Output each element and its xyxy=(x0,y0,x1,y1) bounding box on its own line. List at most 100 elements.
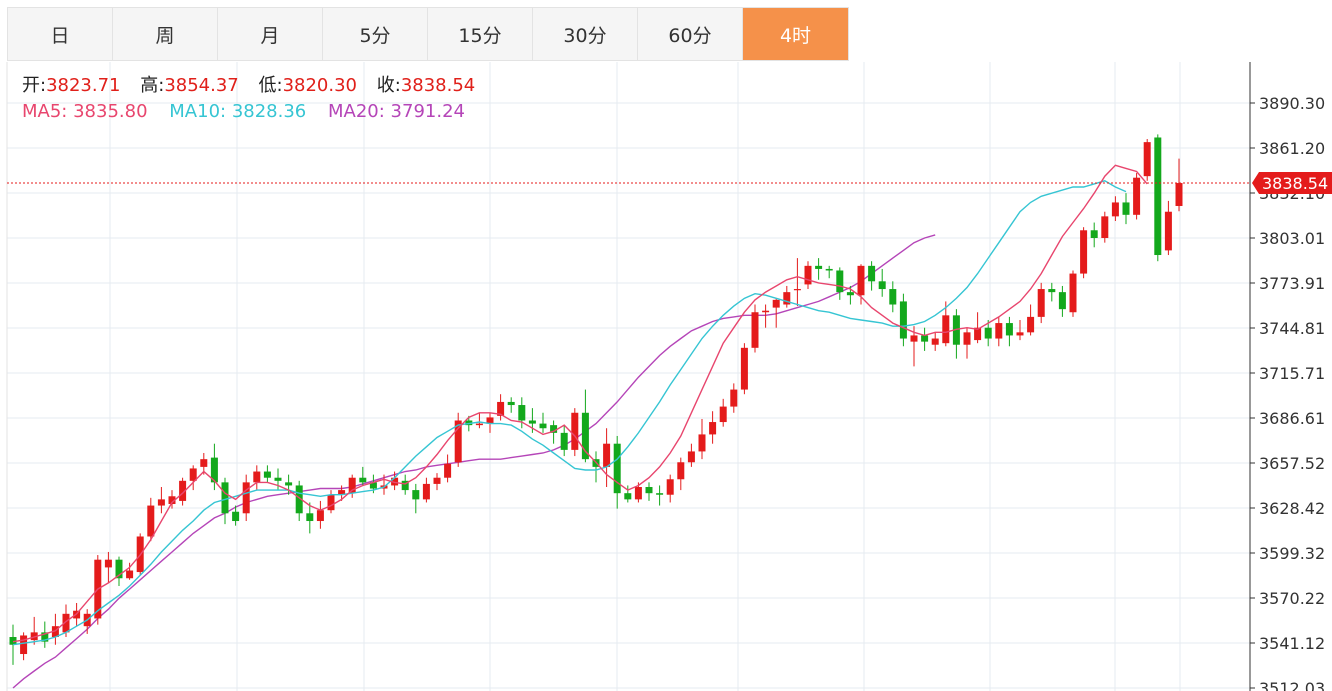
candle-body xyxy=(359,477,367,483)
candle-body xyxy=(1175,183,1183,206)
high-label: 高: xyxy=(140,75,165,96)
candle xyxy=(1037,282,1045,324)
close-value: 3838.54 xyxy=(400,75,476,96)
candle xyxy=(740,343,748,395)
candle-body xyxy=(232,511,240,522)
candle-body xyxy=(444,463,452,478)
ma10-line xyxy=(12,180,1127,646)
candle xyxy=(1080,227,1088,279)
chart-grid xyxy=(6,62,1250,691)
candle xyxy=(931,332,939,351)
candle-body xyxy=(306,513,314,522)
ma10-value: 3828.36 xyxy=(231,101,307,122)
ma20-line-layer xyxy=(12,234,936,689)
ma5-value: 3835.80 xyxy=(73,101,148,122)
y-tick-label: 3890.30 xyxy=(1259,94,1325,113)
y-tick-label: 3744.81 xyxy=(1259,319,1325,338)
candle-body xyxy=(1027,316,1035,333)
candle xyxy=(666,474,674,503)
candle xyxy=(327,490,335,514)
candle xyxy=(422,477,430,503)
candle-body xyxy=(433,477,441,484)
candle-body xyxy=(316,510,324,522)
candle-body xyxy=(878,281,886,290)
candle xyxy=(30,616,38,645)
candle xyxy=(295,480,303,522)
candle-body xyxy=(836,270,844,293)
candle-body xyxy=(677,462,685,480)
candle-body xyxy=(1058,292,1066,310)
ma20-legend: MA20: 3791.24 xyxy=(328,99,465,125)
candle-body xyxy=(221,482,229,514)
candle xyxy=(963,327,971,359)
candle xyxy=(454,412,462,467)
candle-body xyxy=(730,389,738,407)
candle-body xyxy=(126,570,134,579)
candle xyxy=(444,454,452,483)
y-tick-label: 3803.01 xyxy=(1259,229,1325,248)
open-label: 开: xyxy=(22,75,47,96)
candle-body xyxy=(518,405,526,421)
low-label: 低: xyxy=(258,75,283,96)
candle xyxy=(921,327,929,351)
candle xyxy=(20,632,28,661)
high-value: 3854.37 xyxy=(164,75,239,96)
candle-body xyxy=(1154,137,1162,256)
candle xyxy=(656,485,664,506)
candle xyxy=(730,383,738,413)
candle-body xyxy=(157,499,165,506)
ma10-label: MA10: xyxy=(169,101,227,122)
candle xyxy=(804,261,812,290)
candle xyxy=(1164,200,1172,256)
candle-body xyxy=(1122,202,1130,215)
candle-body xyxy=(645,486,653,494)
candle xyxy=(221,477,229,525)
candle xyxy=(868,261,876,291)
candle xyxy=(1058,285,1066,317)
candle xyxy=(1005,316,1013,347)
candle-body xyxy=(422,483,430,500)
candle xyxy=(242,474,250,522)
candle-body xyxy=(475,423,483,426)
candle-body xyxy=(931,338,939,345)
y-tick-label: 3861.20 xyxy=(1259,139,1325,158)
candle xyxy=(433,473,441,491)
y-tick-label: 3773.91 xyxy=(1259,274,1325,293)
candle xyxy=(762,304,770,328)
candle-body xyxy=(666,479,674,495)
candle-body xyxy=(327,494,335,511)
y-axis: 3890.303861.203832.103803.013773.913744.… xyxy=(1249,62,1325,691)
current-price-label: 3838.54 xyxy=(1262,174,1328,193)
candle xyxy=(571,408,579,457)
candle xyxy=(719,398,727,427)
candle xyxy=(115,556,123,586)
candle xyxy=(592,451,600,483)
candle-body xyxy=(1164,211,1172,251)
candle-body xyxy=(772,299,780,308)
ma20-value: 3791.24 xyxy=(390,101,465,122)
y-tick-label: 3599.32 xyxy=(1259,544,1325,563)
candle xyxy=(1154,134,1162,262)
candle-body xyxy=(571,412,579,450)
candle-body xyxy=(1016,332,1024,336)
candle-body xyxy=(1005,323,1013,336)
y-tick-label: 3512.03 xyxy=(1259,679,1325,691)
candle xyxy=(253,465,261,491)
ma5-line xyxy=(12,164,1148,643)
candle-body xyxy=(793,289,801,291)
candle xyxy=(613,435,621,509)
candle-body xyxy=(995,323,1003,339)
ma10-legend: MA10: 3828.36 xyxy=(169,99,306,125)
candle xyxy=(475,412,483,429)
candle xyxy=(836,267,844,300)
y-tick-label: 3570.22 xyxy=(1259,589,1325,608)
candle xyxy=(645,482,653,501)
candle xyxy=(507,397,515,413)
candle-body xyxy=(921,335,929,342)
candle xyxy=(783,285,791,308)
candle xyxy=(952,309,960,359)
candle xyxy=(995,316,1003,347)
candle-body xyxy=(815,265,823,269)
candle-body xyxy=(740,347,748,390)
ma20-line xyxy=(12,234,936,689)
